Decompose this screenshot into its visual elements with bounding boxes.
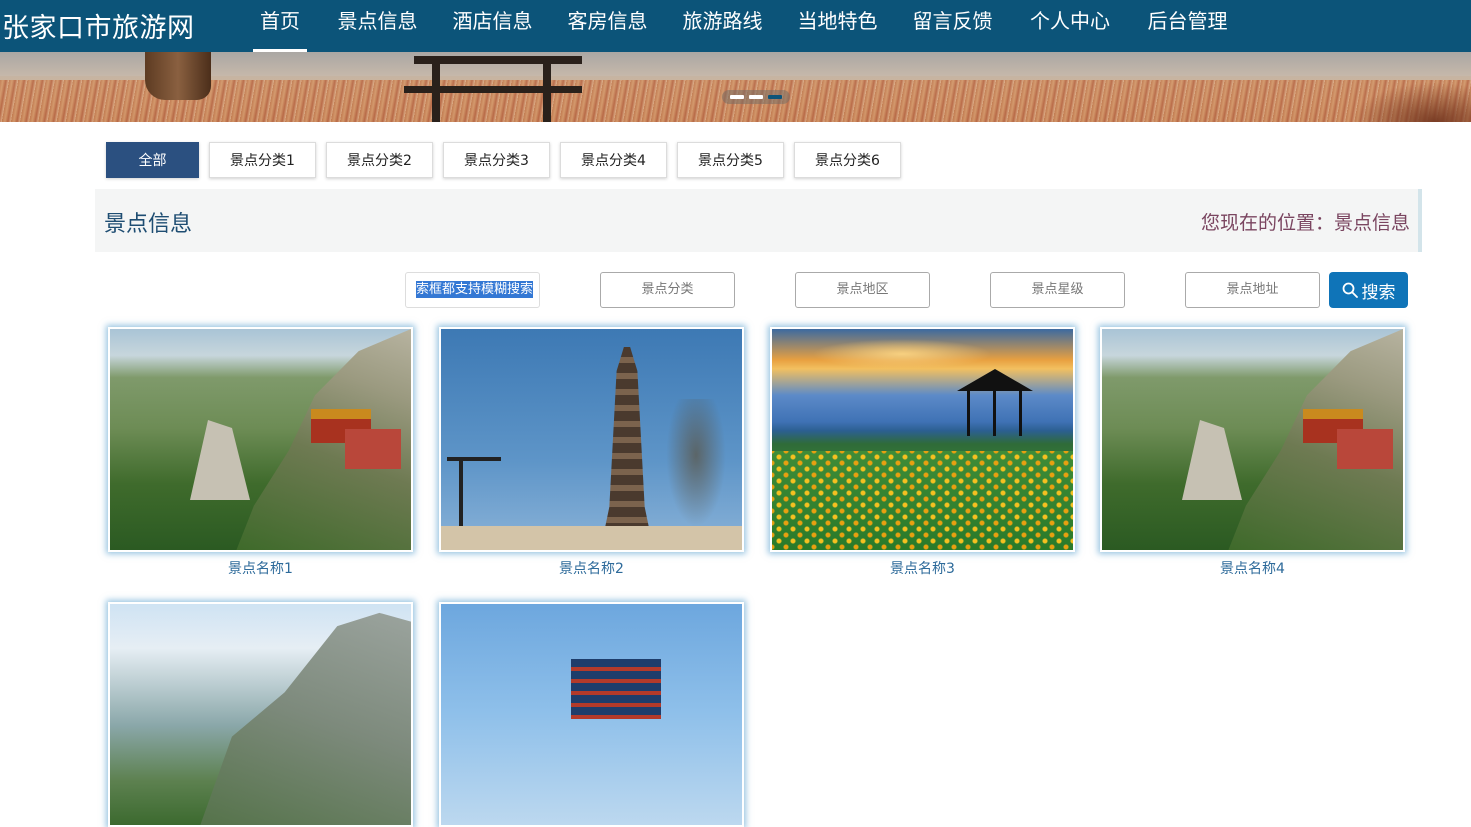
ground-shape [441, 526, 742, 550]
category-tab-5[interactable]: 景点分类5 [677, 142, 784, 178]
keyword-search-value: 索框都支持模糊搜索 [416, 281, 534, 298]
category-tab-2[interactable]: 景点分类2 [326, 142, 433, 178]
nav-item-room[interactable]: 客房信息 [545, 0, 670, 52]
category-tab-6[interactable]: 景点分类6 [794, 142, 901, 178]
nav-item-hotel[interactable]: 酒店信息 [440, 0, 545, 52]
category-tabs: 全部 景点分类1 景点分类2 景点分类3 景点分类4 景点分类5 景点分类6 [106, 142, 901, 178]
banner-bench-leg [432, 56, 440, 122]
spot-image-3[interactable] [770, 327, 1075, 552]
nav-item-scenic[interactable]: 景点信息 [315, 0, 440, 52]
spot-image-1[interactable] [108, 327, 413, 552]
section-title-bar: 景点信息 您现在的位置：景点信息 [95, 189, 1422, 252]
spot-image-6[interactable] [439, 602, 744, 827]
nav-item-profile[interactable]: 个人中心 [1005, 0, 1135, 52]
nav-item-specialty[interactable]: 当地特色 [775, 0, 900, 52]
flower-field-shape [772, 450, 1073, 550]
star-search-input[interactable]: 景点星级 [990, 272, 1125, 308]
spot-name-4[interactable]: 景点名称4 [1100, 558, 1405, 578]
category-tab-all[interactable]: 全部 [106, 142, 199, 178]
category-tab-4[interactable]: 景点分类4 [560, 142, 667, 178]
cliff-shape [200, 612, 411, 825]
banner-bench-leg [543, 56, 551, 122]
category-tab-1[interactable]: 景点分类1 [209, 142, 316, 178]
temple-shape [1337, 429, 1393, 469]
banner-sky [0, 52, 1471, 76]
main-nav: 首页 景点信息 酒店信息 客房信息 旅游路线 当地特色 留言反馈 个人中心 后台… [245, 0, 1240, 52]
spot-image-4[interactable] [1100, 327, 1405, 552]
spot-image-2[interactable] [439, 327, 744, 552]
keyword-search-input[interactable]: 索框都支持模糊搜索 [405, 272, 540, 308]
banner-carousel[interactable] [0, 52, 1471, 122]
lamp-arm-shape [447, 457, 501, 461]
tree-shape [661, 399, 731, 539]
pavilion-roof [957, 369, 1033, 391]
pavilion-post [1019, 391, 1022, 436]
temple-shape [345, 429, 401, 469]
pagoda-shape [601, 347, 653, 547]
search-icon [1342, 282, 1358, 298]
pavilion-post [967, 391, 970, 436]
nav-item-feedback[interactable]: 留言反馈 [900, 0, 1005, 52]
rock-shape [190, 420, 250, 500]
carousel-dot-1[interactable] [730, 95, 744, 99]
category-search-input[interactable]: 景点分类 [600, 272, 735, 308]
spot-name-2[interactable]: 景点名称2 [439, 558, 744, 578]
section-title: 景点信息 [104, 212, 193, 237]
region-search-input[interactable]: 景点地区 [795, 272, 930, 308]
banner-tree-trunk [145, 52, 211, 100]
spot-name-3[interactable]: 景点名称3 [770, 558, 1075, 578]
breadcrumb: 您现在的位置：景点信息 [1200, 212, 1410, 234]
carousel-indicators [722, 90, 790, 104]
nav-item-route[interactable]: 旅游路线 [670, 0, 775, 52]
site-title[interactable]: 张家口市旅游网 [2, 6, 195, 45]
spot-image-5[interactable] [108, 602, 413, 827]
carousel-dot-2[interactable] [749, 95, 763, 99]
pavilion-shape [957, 359, 1033, 439]
pavilion-post [993, 391, 996, 436]
rock-shape [1182, 420, 1242, 500]
nav-item-home[interactable]: 首页 [245, 0, 315, 52]
search-button[interactable]: 搜索 [1329, 272, 1408, 308]
carousel-dot-3[interactable] [768, 95, 782, 99]
banner-shrub [1351, 82, 1471, 122]
category-tab-3[interactable]: 景点分类3 [443, 142, 550, 178]
spot-name-1[interactable]: 景点名称1 [108, 558, 413, 578]
top-header: 张家口市旅游网 首页 景点信息 酒店信息 客房信息 旅游路线 当地特色 留言反馈… [0, 0, 1471, 52]
banner-bench-seat [404, 86, 582, 93]
search-button-label: 搜索 [1361, 282, 1396, 303]
tower-shape [571, 659, 661, 719]
nav-item-admin[interactable]: 后台管理 [1135, 0, 1240, 52]
address-search-input[interactable]: 景点地址 [1185, 272, 1320, 308]
